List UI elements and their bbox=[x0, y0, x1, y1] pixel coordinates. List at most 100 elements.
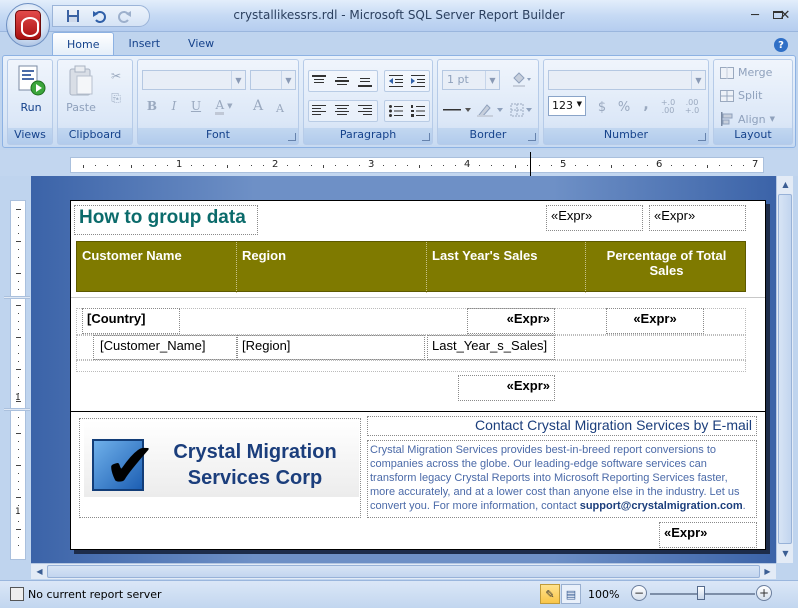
group-expr-sales[interactable]: «Expr» bbox=[467, 308, 555, 334]
bold-button[interactable]: B bbox=[142, 96, 162, 116]
bullets-icon[interactable] bbox=[386, 101, 406, 121]
horizontal-ruler[interactable]: 1 2 3 4 5 6 7 bbox=[70, 157, 764, 173]
align-top-icon[interactable] bbox=[309, 71, 329, 91]
increase-decimal-icon[interactable]: +.0 .00 bbox=[658, 97, 678, 117]
font-name-combo[interactable]: ▼ bbox=[142, 70, 246, 90]
italic-button[interactable]: I bbox=[164, 96, 184, 116]
increase-indent-icon[interactable] bbox=[408, 71, 428, 91]
decrease-decimal-icon[interactable]: .00 +.0 bbox=[682, 97, 702, 117]
vruler-tick bbox=[16, 369, 21, 370]
vruler-number: 1 bbox=[15, 507, 21, 517]
split-button[interactable]: Split bbox=[720, 89, 762, 102]
undo-icon[interactable] bbox=[91, 8, 107, 24]
border-color-icon[interactable] bbox=[476, 100, 504, 120]
scroll-down-icon[interactable]: ▼ bbox=[778, 546, 793, 561]
merge-button[interactable]: Merge bbox=[720, 66, 772, 79]
decrease-indent-icon[interactable] bbox=[386, 71, 406, 91]
align-center-icon[interactable] bbox=[332, 101, 352, 121]
ruler-dot bbox=[671, 165, 672, 166]
logo-image-box[interactable]: ✔ Crystal Migration Services Corp bbox=[79, 418, 361, 518]
zoom-slider-thumb[interactable] bbox=[697, 586, 705, 600]
tab-home[interactable]: Home bbox=[52, 32, 115, 56]
scroll-left-icon[interactable]: ◀ bbox=[32, 564, 47, 579]
paragraph-dialog-launcher-icon[interactable] bbox=[422, 133, 430, 141]
number-format-button[interactable]: 123 ▼ bbox=[548, 96, 586, 116]
tab-view[interactable]: View bbox=[174, 32, 228, 56]
align-middle-icon[interactable] bbox=[332, 71, 352, 91]
close-button[interactable]: ✕ bbox=[774, 6, 796, 24]
underline-button[interactable]: U bbox=[186, 96, 206, 116]
header-customer-name[interactable]: Customer Name bbox=[77, 242, 237, 293]
contact-body[interactable]: Crystal Migration Services provides best… bbox=[367, 440, 757, 518]
font-dialog-launcher-icon[interactable] bbox=[288, 133, 296, 141]
report-title[interactable]: How to group data bbox=[74, 205, 258, 235]
page-footer[interactable]: ✔ Crystal Migration Services Corp Contac… bbox=[71, 411, 765, 549]
tab-insert[interactable]: Insert bbox=[114, 32, 174, 56]
fill-color-icon[interactable] bbox=[508, 70, 534, 90]
scroll-up-icon[interactable]: ▲ bbox=[778, 177, 793, 192]
group-expr-percentage[interactable]: «Expr» bbox=[606, 308, 704, 334]
preview-button[interactable]: ▤ bbox=[561, 584, 581, 604]
border-dialog-launcher-icon[interactable] bbox=[528, 133, 536, 141]
font-size-combo[interactable]: ▼ bbox=[250, 70, 296, 90]
border-style-icon[interactable] bbox=[442, 100, 472, 120]
office-button[interactable] bbox=[6, 3, 50, 47]
help-icon[interactable]: ? bbox=[774, 38, 788, 52]
vertical-ruler[interactable]: 11 bbox=[10, 200, 26, 560]
ruler-dot bbox=[407, 165, 408, 166]
cut-icon[interactable]: ✂ bbox=[106, 66, 126, 86]
contact-body-end: . bbox=[742, 500, 746, 512]
border-width-combo[interactable]: 1 pt ▼ bbox=[442, 70, 500, 90]
zoom-out-button[interactable]: − bbox=[631, 585, 647, 601]
report-body[interactable]: How to group data «Expr» «Expr» Customer… bbox=[70, 200, 766, 550]
header-region[interactable]: Region bbox=[237, 242, 427, 293]
ruler-dot bbox=[215, 165, 216, 166]
numbering-icon[interactable] bbox=[408, 101, 428, 121]
vruler-tick bbox=[18, 225, 19, 226]
horizontal-scroll-thumb[interactable] bbox=[47, 565, 760, 578]
band-splitter-handle[interactable] bbox=[4, 408, 30, 411]
header-percentage-total-sales[interactable]: Percentage of Total Sales bbox=[585, 242, 747, 293]
align-right-icon[interactable] bbox=[355, 101, 375, 121]
page-footer-expr[interactable]: «Expr» bbox=[659, 522, 757, 548]
copy-icon[interactable]: ⎘ bbox=[106, 88, 126, 108]
vertical-scroll-thumb[interactable] bbox=[778, 194, 792, 544]
ruler-dot bbox=[455, 165, 456, 166]
number-format-combo[interactable]: ▼ bbox=[548, 70, 706, 90]
group-country-field[interactable]: [Country] bbox=[82, 308, 180, 334]
company-logo: ✔ Crystal Migration Services Corp bbox=[84, 421, 359, 497]
grow-font-icon[interactable]: A bbox=[248, 96, 268, 116]
total-expr[interactable]: «Expr» bbox=[458, 375, 555, 401]
redo-icon[interactable] bbox=[117, 8, 133, 24]
save-icon[interactable] bbox=[65, 8, 81, 24]
table-header-row[interactable]: Customer Name Region Last Year's Sales P… bbox=[76, 241, 747, 293]
vruler-tick bbox=[18, 441, 19, 442]
paste-button[interactable]: Paste bbox=[62, 64, 100, 114]
minimize-button[interactable]: ─ bbox=[744, 6, 766, 24]
header-last-year-sales[interactable]: Last Year's Sales bbox=[427, 242, 585, 293]
design-view-button[interactable]: ✎ bbox=[540, 584, 560, 604]
comma-icon[interactable]: , bbox=[636, 95, 656, 115]
contact-title[interactable]: Contact Crystal Migration Services by E-… bbox=[367, 416, 757, 436]
scroll-right-icon[interactable]: ▶ bbox=[760, 564, 775, 579]
detail-last-year-sales[interactable]: Last_Year_s_Sales] bbox=[427, 335, 555, 360]
header-expr-1[interactable]: «Expr» bbox=[546, 205, 643, 231]
percent-icon[interactable]: % bbox=[614, 97, 634, 117]
run-button[interactable]: Run bbox=[12, 64, 50, 114]
align-bottom-icon[interactable] bbox=[355, 71, 375, 91]
zoom-in-button[interactable]: + bbox=[756, 585, 772, 601]
align-left-icon[interactable] bbox=[309, 101, 329, 121]
borders-icon[interactable] bbox=[508, 100, 534, 120]
shrink-font-icon[interactable]: A bbox=[270, 98, 290, 118]
font-color-button[interactable]: A ▼ bbox=[210, 96, 238, 116]
align-button[interactable]: Align ▼ bbox=[720, 112, 775, 126]
currency-icon[interactable]: $ bbox=[592, 97, 612, 117]
horizontal-scrollbar[interactable]: ◀ ▶ bbox=[31, 563, 776, 579]
vertical-scrollbar[interactable]: ▲ ▼ bbox=[776, 176, 793, 563]
report-builder-logo-icon bbox=[15, 10, 41, 40]
header-expr-2[interactable]: «Expr» bbox=[649, 205, 746, 231]
detail-region[interactable]: [Region] bbox=[237, 335, 425, 360]
band-splitter-handle[interactable] bbox=[4, 296, 30, 299]
number-dialog-launcher-icon[interactable] bbox=[698, 133, 706, 141]
detail-customer-name[interactable]: [Customer_Name] bbox=[93, 335, 237, 360]
